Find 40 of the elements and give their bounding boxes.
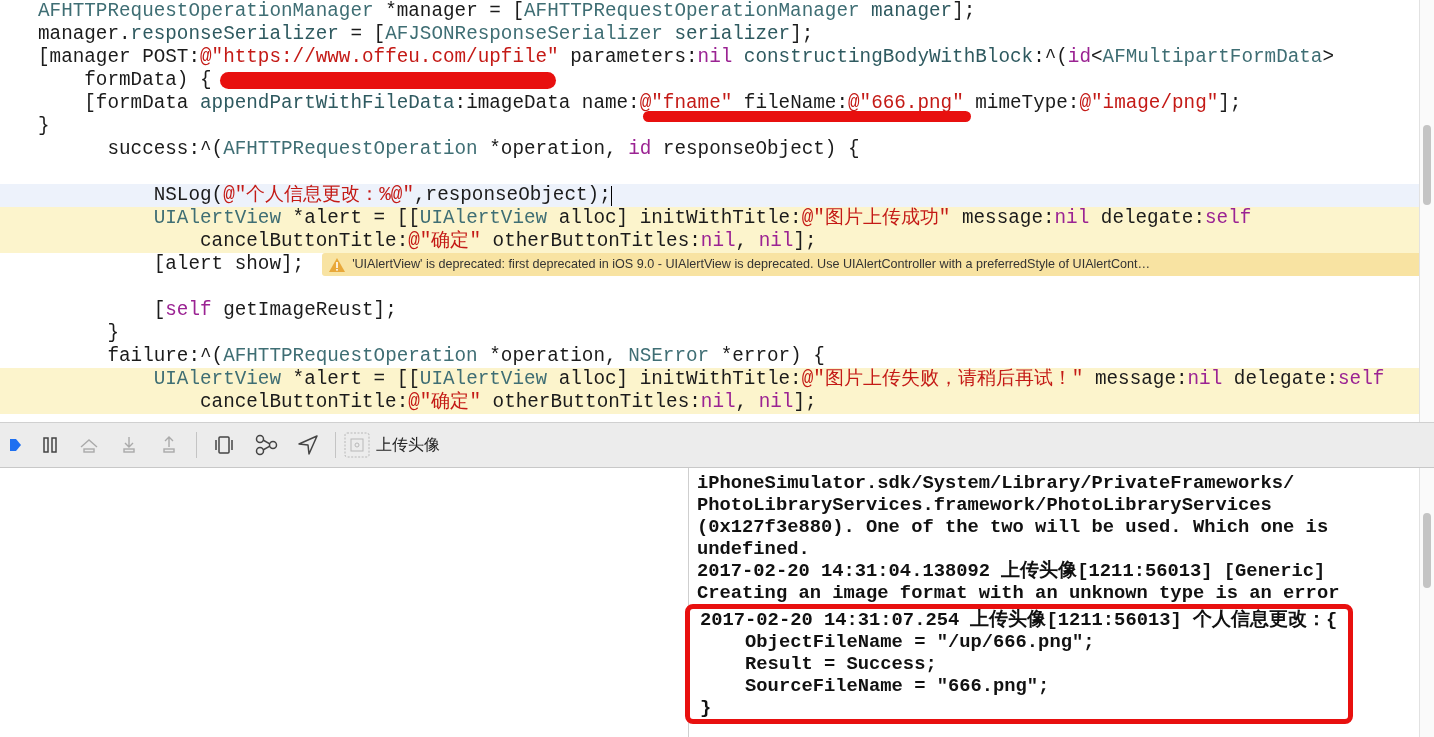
console-line: iPhoneSimulator.sdk/System/Library/PrivateFrameworks/ (697, 472, 1296, 494)
code-line: } (106, 322, 119, 345)
code-line: [alert show]; (152, 253, 305, 276)
warning-icon (328, 256, 347, 273)
code-line: cancelButtonTitle:@"确定" otherButtonTitles:nil, nil]; (199, 230, 817, 253)
code-line: [self getImageReust]; (152, 299, 397, 322)
code-line: manager.responseSerializer = [AFJSONResponseSerializer serializer]; (38, 23, 814, 46)
code-line: [formData appendPartWithFileData:imageData name:@"fname" fileName:@"666.png" mimeType:@"image/png"]; (83, 92, 1242, 115)
code-line: failure:^(AFHTTPRequestOperation *operation, NSError *error) { (106, 345, 825, 368)
code-line: NSLog(@"个人信息更改：%@",responseObject); (152, 184, 611, 207)
code-line: AFHTTPRequestOperationManager *manager = [AFHTTPRequestOperationManager manager]; (38, 0, 976, 23)
scrollbar-thumb[interactable] (1423, 513, 1431, 588)
console-line: } (700, 697, 713, 719)
console-line: 2017-02-20 14:31:04.138092 上传头像[1211:56013] [Generic] (697, 560, 1327, 582)
view-debugger-icon (213, 434, 235, 456)
process-name: 上传头像 (376, 434, 440, 456)
location-icon (297, 434, 319, 456)
code-line: UIAlertView *alert = [[UIAlertView alloc] initWithTitle:@"图片上传成功" message:nil delegate:self (152, 207, 1252, 230)
text-cursor (610, 185, 613, 206)
warning-message: 'UIAlertView' is deprecated: first deprecated in iOS 9.0 - UIAlertView is deprecated. Use UIAlertController with a preferredStyle of UIAlertCont… (352, 256, 1151, 273)
console-line: Creating an image format with an unknown type is an error (697, 582, 1341, 604)
console-line: 2017-02-20 14:31:07.254 上传头像[1211:56013] 个人信息更改：{ (700, 609, 1339, 631)
code-line: formData) { (83, 69, 212, 92)
target-icon (344, 432, 370, 458)
memory-graph-icon (253, 434, 279, 456)
console-line: SourceFileName = "666.png"; (744, 675, 1051, 697)
console-line: PhotoLibraryServices.framework/PhotoLibraryServices (697, 494, 1273, 516)
console-line: ObjectFileName = "/up/666.png"; (744, 631, 1096, 653)
pause-icon (40, 435, 60, 455)
console-line: (0x127f3e880). One of the two will be used. Which one is (697, 516, 1330, 538)
continue-icon (10, 436, 22, 454)
code-line: success:^(AFHTTPRequestOperation *operation, id responseObject) { (106, 138, 860, 161)
code-line: UIAlertView *alert = [[UIAlertView alloc] initWithTitle:@"图片上传失败，请稍后再试！" message:nil delegate:self (152, 368, 1385, 391)
console-line: Result = Success; (744, 653, 938, 675)
code-line: } (38, 115, 50, 138)
code-line: [manager POST:@"https://www.offeu.com/upfile" parameters:nil constructingBodyWithBlock:^(id<AFMultipartFormData> (38, 46, 1334, 69)
code-line: cancelButtonTitle:@"确定" otherButtonTitles:nil, nil]; (199, 391, 817, 414)
location-button[interactable] (295, 432, 321, 458)
console-line: undefined. (697, 538, 811, 560)
scrollbar-thumb[interactable] (1423, 125, 1431, 205)
